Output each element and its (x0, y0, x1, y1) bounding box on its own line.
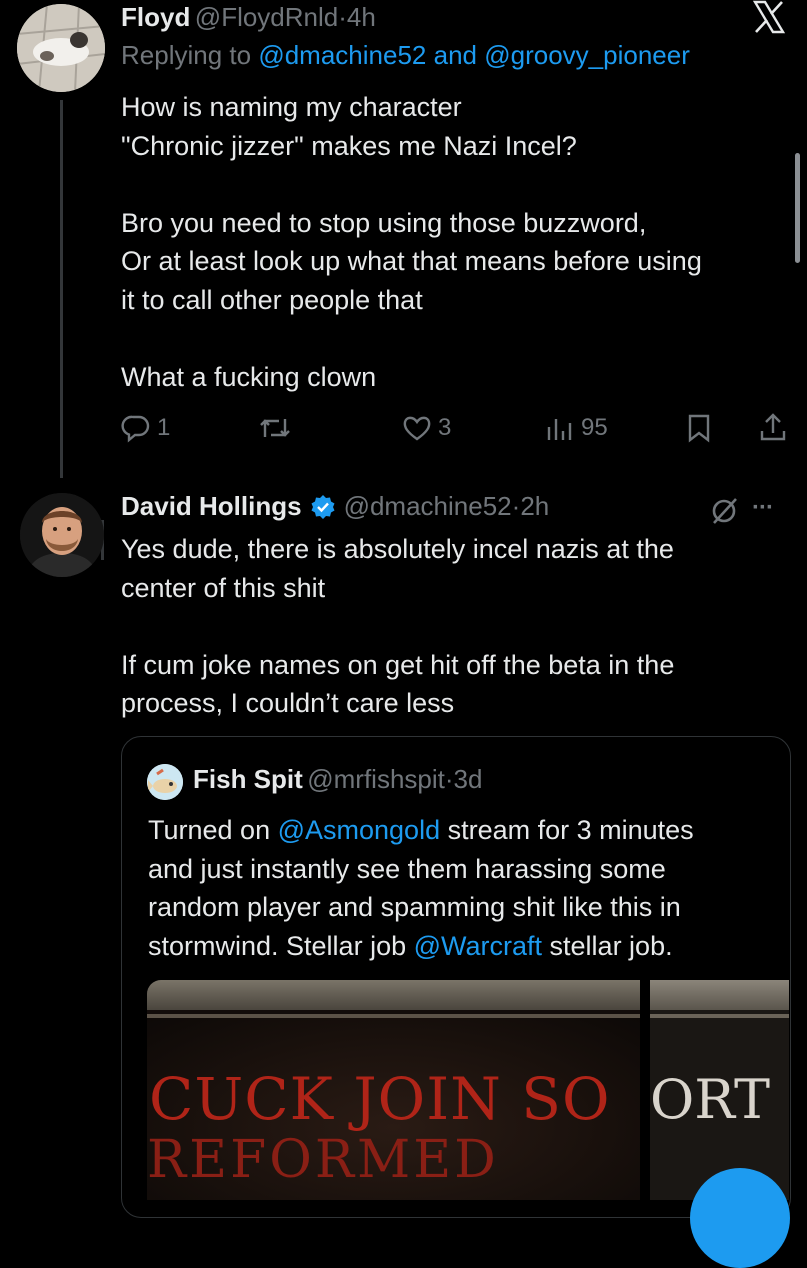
views-button[interactable]: 95 (545, 413, 608, 443)
tweet1-body: How is naming my character "Chronic jizz… (121, 92, 702, 392)
quote-dot: · (444, 764, 454, 794)
tweet2-body: Yes dude, there is absolutely incel nazi… (121, 534, 675, 718)
quote-body-part1: Turned on (148, 815, 278, 845)
views-count: 95 (581, 414, 608, 441)
replying-user-link-2[interactable]: @groovy_pioneer (484, 40, 690, 70)
more-options-button[interactable]: ··· (752, 494, 774, 522)
slash-circle-icon[interactable] (708, 495, 740, 527)
replying-and: and (433, 40, 477, 70)
reply-count: 1 (157, 414, 171, 441)
tweet1-time[interactable]: 4h (347, 2, 376, 32)
quote-media-image-2[interactable]: ORT (650, 980, 789, 1200)
tweet1-header: Floyd @FloydRnld·4h (121, 2, 376, 33)
heart-icon (403, 416, 431, 441)
media2-caption: ORT (650, 1068, 770, 1131)
mention-asmongold[interactable]: @Asmongold (278, 815, 441, 845)
quote-author-name[interactable]: Fish Spit (193, 764, 303, 794)
views-icon (547, 419, 572, 440)
quote-body: Turned on @Asmongold stream for 3 minute… (148, 811, 778, 965)
avatar-david-image (20, 493, 104, 577)
tweet2-time[interactable]: 2h (520, 491, 549, 521)
media1-caption-line1: CUCK JOIN SO (149, 1065, 611, 1133)
tweet2-author-handle[interactable]: @dmachine52 (344, 491, 512, 521)
tweet2-dot: · (511, 491, 521, 521)
media2-top-band (650, 980, 789, 1010)
like-count: 3 (438, 414, 452, 441)
tweet2-author-name[interactable]: David Hollings (121, 491, 302, 522)
quote-author-handle[interactable]: @mrfishspit (307, 764, 445, 794)
verified-badge-icon (310, 494, 336, 520)
replying-user-link-1[interactable]: @dmachine52 (258, 40, 426, 70)
tweet1-replying-to: Replying to @dmachine52 and @groovy_pion… (121, 40, 690, 71)
tweet1-dot: · (338, 2, 347, 32)
retweet-button[interactable] (257, 413, 293, 443)
tweet2-header: David Hollings @dmachine52·2h (121, 491, 549, 522)
avatar-fishspit[interactable] (147, 764, 183, 800)
media1-top-band (147, 980, 640, 1010)
replying-prefix: Replying to (121, 40, 252, 70)
tweet1-author-name[interactable]: Floyd (121, 2, 190, 32)
x-logo-icon[interactable] (752, 0, 786, 34)
like-button[interactable]: 3 (402, 413, 451, 443)
quote-header: Fish Spit @mrfishspit·3d (193, 764, 482, 795)
avatar-cat-image (17, 4, 105, 92)
thread-line (60, 100, 63, 478)
avatar-david[interactable] (20, 493, 104, 577)
mention-warcraft[interactable]: @Warcraft (414, 931, 542, 961)
compose-fab-button[interactable] (690, 1168, 790, 1268)
reply-icon (121, 415, 150, 443)
bookmark-button[interactable] (686, 413, 712, 443)
quote-body-part3: stellar job. (542, 930, 673, 961)
share-icon (760, 413, 786, 441)
scrollbar-thumb[interactable] (795, 153, 800, 263)
retweet-icon (260, 419, 290, 437)
avatar-floyd[interactable] (17, 4, 105, 92)
quote-media-image-1[interactable]: CUCK JOIN SO REFORMED (147, 980, 640, 1200)
media1-caption-line2: REFORMED (147, 1130, 499, 1190)
tweet1-author-handle[interactable]: @FloydRnld (195, 2, 338, 32)
avatar-fish-image (147, 764, 183, 800)
share-button[interactable] (758, 411, 788, 443)
reply-button[interactable]: 1 (121, 413, 170, 443)
quote-time[interactable]: 3d (454, 764, 483, 794)
media2-frame-line (650, 1014, 789, 1018)
bookmark-icon (688, 414, 710, 443)
